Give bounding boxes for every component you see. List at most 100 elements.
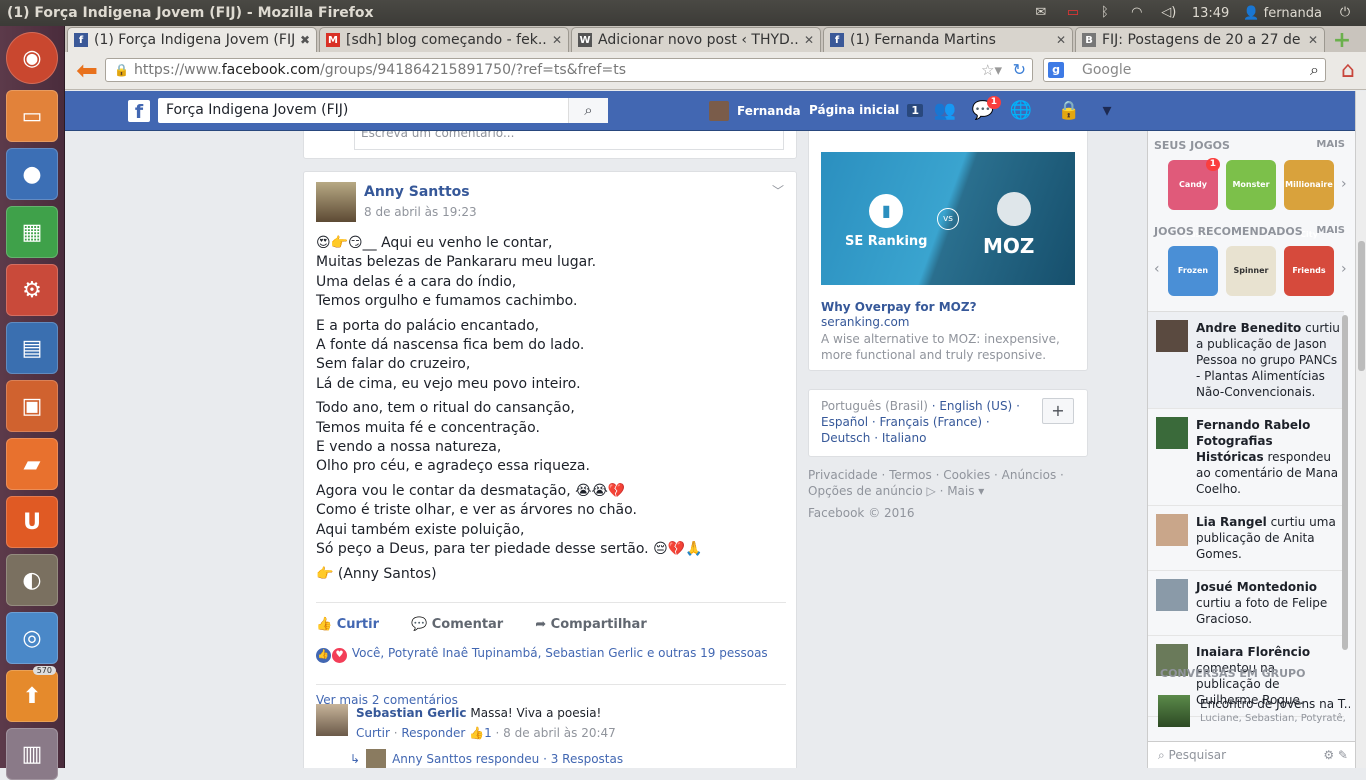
chevron-down-icon[interactable]: ﹀ [772,182,784,199]
comment-button[interactable]: 💬 Comentar [411,617,503,632]
language-link[interactable]: Deutsch [821,431,870,445]
share-button[interactable]: ➦ Compartilhar [535,617,647,632]
chevron-right-icon[interactable]: › [1341,261,1347,277]
friend-requests-icon[interactable]: 👥 [933,100,957,121]
ad-domain[interactable]: seranking.com [821,315,909,329]
game-tile[interactable]: Frozen [1168,246,1218,296]
comment-input[interactable]: Escreva um comentário... [354,131,784,150]
recommended-more-link[interactable]: MAIS [1316,225,1345,236]
ticker-item[interactable]: Fernando Rabelo Fotografias Históricas r… [1148,409,1344,506]
firefox-icon[interactable]: ● [6,148,58,200]
volume-icon[interactable]: ◁) [1160,6,1178,19]
close-tab-icon[interactable]: ✖ [300,33,310,47]
ad-image[interactable]: ▮ SE Ranking vs MOZ [821,152,1075,285]
user-menu[interactable]: 👤 fernanda [1243,6,1322,21]
page-scrollbar[interactable] [1355,91,1366,768]
chevron-left-icon[interactable]: ‹ [1154,261,1160,277]
chevron-right-icon[interactable]: › [1341,176,1347,192]
comment-like-link[interactable]: Curtir [356,726,390,740]
software-center-icon[interactable]: ▰ [6,438,58,490]
impress-icon[interactable]: ▣ [6,380,58,432]
language-link[interactable]: Français (France) [880,415,983,429]
search-icon[interactable]: ⌕ [568,98,608,123]
post-date[interactable]: 8 de abril às 19:23 [364,205,477,219]
comment-like-count[interactable]: 1 [484,726,492,740]
language-link[interactable]: Italiano [882,431,927,445]
writer-icon[interactable]: ▤ [6,322,58,374]
ad-headline[interactable]: Why Overpay for MOZ? [821,300,977,314]
url-bar[interactable]: 🔒 https://www. facebook.com/groups/941864… [105,58,1033,82]
facebook-logo-icon[interactable]: f [128,100,150,123]
footer-links[interactable]: Privacidade · Termos · Cookies · Anúncio… [808,467,1088,499]
post-author[interactable]: Anny Santtos [364,184,470,200]
settings-icon[interactable]: ⚙ [6,264,58,316]
ticker-item[interactable]: Andre Benedito curtiu a publicação de Ja… [1148,312,1344,409]
wifi-icon[interactable]: ◠ [1128,6,1146,19]
author-avatar[interactable] [316,182,356,222]
reload-icon[interactable]: ↻ [1013,60,1026,79]
ubuntu-one-icon[interactable]: U [6,496,58,548]
game-tile[interactable]: Monster [1226,160,1276,210]
reactions-summary[interactable]: 👍 ♥ Você, Potyratê Inaê Tupinambá, Sebast… [316,646,768,663]
calc-icon[interactable]: ▦ [6,206,58,258]
sponsored-ad[interactable]: ▮ SE Ranking vs MOZ Why Overpay for MOZ? … [808,131,1088,371]
close-tab-icon[interactable]: ✕ [804,33,814,47]
clock[interactable]: 13:49 [1192,6,1229,21]
gimp-icon[interactable]: ◐ [6,554,58,606]
comment-reply-link[interactable]: Responder [401,726,465,740]
avatar[interactable] [316,704,348,736]
comment-author[interactable]: Sebastian Gerlic [356,706,467,720]
files-icon[interactable]: ▭ [6,90,58,142]
fb-search-input[interactable]: Força Indigena Jovem (FIJ) ⌕ [158,98,608,123]
battery-icon[interactable]: ▭ [1064,6,1082,19]
comment-date[interactable]: 8 de abril às 20:47 [503,726,616,740]
game-tile[interactable]: Millionaire City [1284,160,1334,239]
home-icon[interactable]: ⌂ [1335,58,1361,84]
google-icon[interactable]: g [1048,62,1064,78]
back-arrow-icon[interactable]: ⬅ [69,56,105,86]
tab-5[interactable]: B FIJ: Postagens de 20 a 27 de... ✕ [1075,27,1325,52]
moz-logo: MOZ [983,234,1035,258]
games-more-link[interactable]: MAIS [1316,139,1345,150]
add-language-button[interactable]: + [1042,398,1074,424]
replies-link[interactable]: ↳ Anny Santtos respondeu · 3 Respostas [350,749,623,768]
tab-2[interactable]: M [sdh] blog começando - fek... ✕ [319,27,569,52]
account-menu-chevron-icon[interactable]: ▾ [1095,100,1119,121]
mail-icon[interactable]: ✉ [1032,6,1050,19]
fb-home-link[interactable]: Página inicial 1 [809,103,923,117]
ticker-item[interactable]: Josué Montedonio curtiu a foto de Felipe… [1148,571,1344,636]
ticker-scrollbar[interactable] [1342,315,1348,650]
close-tab-icon[interactable]: ✕ [552,33,562,47]
update-manager-icon[interactable]: 570 ⬆ [6,666,58,722]
scrollbar-thumb[interactable] [1358,241,1365,371]
new-tab-button[interactable]: + [1329,28,1355,53]
bookmark-star-icon[interactable]: ☆▾ [981,61,1002,79]
notifications-globe-icon[interactable]: 🌐 [1009,100,1033,121]
language-link[interactable]: English (US) [939,399,1012,413]
tab-3[interactable]: W Adicionar novo post ‹ THYD... ✕ [571,27,821,52]
tab-1[interactable]: f (1) Força Indigena Jovem (FIJ) ✖ [67,27,317,52]
chat-options-icon[interactable]: ⚙ ✎ [1323,742,1348,768]
tab-4[interactable]: f (1) Fernanda Martins ✕ [823,27,1073,52]
privacy-shortcuts-icon[interactable]: 🔒 [1057,100,1081,121]
close-tab-icon[interactable]: ✕ [1056,33,1066,47]
game-tile[interactable]: Candy Crush 1 [1168,158,1220,239]
bluetooth-icon[interactable]: ᛒ [1096,6,1114,19]
chromium-icon[interactable]: ◎ [6,612,58,664]
view-more-comments-link[interactable]: Ver mais 2 comentários [316,684,786,707]
ubuntu-home-icon[interactable]: ◉ [6,32,58,84]
lock-icon[interactable]: 🔒 [114,63,129,77]
chat-search-input[interactable]: ⌕ Pesquisar ⚙ ✎ [1148,741,1355,768]
close-tab-icon[interactable]: ✕ [1308,33,1318,47]
messages-icon[interactable]: 💬 1 [971,96,1001,121]
search-icon[interactable]: ⌕ [1310,60,1319,80]
language-link[interactable]: Español [821,415,868,429]
game-tile[interactable]: Friends [1284,246,1334,296]
game-tile[interactable]: Spinner [1226,246,1276,296]
web-search-bar[interactable]: g Google ⌕ [1043,58,1326,82]
fb-profile-link[interactable]: Fernanda [709,101,801,121]
ticker-item[interactable]: Lia Rangel curtiu uma publicação de Anit… [1148,506,1344,571]
power-icon[interactable]: ⏻ [1336,6,1354,19]
trash-icon[interactable]: ▥ [6,728,58,780]
like-button[interactable]: 👍 Curtir [316,617,379,632]
